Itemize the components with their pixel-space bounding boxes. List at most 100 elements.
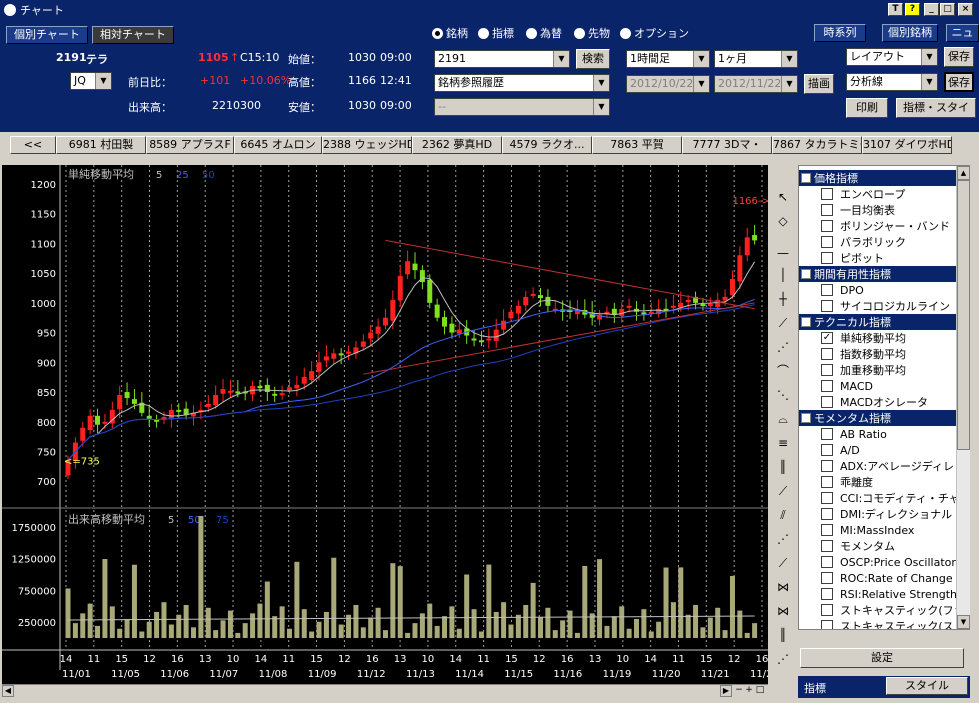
maximize-button[interactable]: □ <box>940 3 955 16</box>
stock-tab[interactable]: 2388 ウェッジHD <box>322 136 412 154</box>
scroll-right-icon[interactable]: ▶ <box>720 685 732 697</box>
checkbox[interactable] <box>821 572 833 584</box>
vertical-line-icon[interactable]: │ <box>772 265 794 285</box>
analysis-select[interactable]: 分析線 ▼ <box>846 73 938 91</box>
indicator-item[interactable]: DPO <box>821 282 864 298</box>
zigzag-icon[interactable]: ⋰ <box>772 649 794 669</box>
checkbox[interactable] <box>821 364 833 376</box>
fit-icon[interactable]: □ <box>754 685 766 697</box>
zoom-in-icon[interactable]: + <box>744 685 754 697</box>
individual-stock-button[interactable]: 個別銘柄 <box>882 24 938 42</box>
checkbox[interactable] <box>821 620 833 629</box>
timeseries-button[interactable]: 時系列 <box>814 24 866 42</box>
tab-individual-chart[interactable]: 個別チャート <box>6 26 88 44</box>
t-button[interactable]: T <box>888 3 903 16</box>
interval-select[interactable]: 1時間足 ▼ <box>626 50 710 68</box>
indicator-item[interactable]: ストキャスティック(ファ <box>821 602 965 618</box>
scroll-tabs-left-button[interactable]: << <box>10 136 56 154</box>
cycle-icon[interactable]: ⋈ <box>772 577 794 597</box>
indicator-item[interactable]: DMI:ディレクショナル・ <box>821 506 963 522</box>
bars-icon[interactable]: ║ <box>772 625 794 645</box>
checkbox[interactable] <box>821 300 833 312</box>
radio-forex[interactable]: 為替 <box>526 25 562 41</box>
close-button[interactable]: × <box>958 3 973 16</box>
indicator-item[interactable]: 乖離度 <box>821 474 873 490</box>
date-from[interactable]: 2012/10/22 ▼ <box>626 75 710 93</box>
indicator-item[interactable]: MI:MassIndex <box>821 522 914 538</box>
stock-tab[interactable]: 4579 ラクオ... <box>502 136 592 154</box>
checkbox[interactable] <box>821 444 833 456</box>
collapse-icon[interactable]: − <box>801 317 811 327</box>
indicator-item[interactable]: ストキャスティック(ス <box>821 618 954 629</box>
radio-futures[interactable]: 先物 <box>574 25 610 41</box>
checkbox[interactable] <box>821 396 833 408</box>
indicator-item[interactable]: ピボット <box>821 250 884 266</box>
indicator-item[interactable]: エンベロープ <box>821 186 905 202</box>
checkbox[interactable] <box>821 284 833 296</box>
indicator-item[interactable]: RSI:Relative Strength <box>821 586 957 602</box>
retracement-icon[interactable]: ≡ <box>772 433 794 453</box>
indicator-scrollbar[interactable]: ▲ ▼ <box>956 166 970 629</box>
stock-tab[interactable]: 7867 タカラトミー <box>772 136 862 154</box>
sub-select[interactable]: -- ▼ <box>434 98 610 116</box>
indicator-item[interactable]: ADX:アベレージディレ <box>821 458 954 474</box>
checkbox[interactable] <box>821 588 833 600</box>
stock-tab[interactable]: 6981 村田製 <box>56 136 146 154</box>
checkbox[interactable]: ✓ <box>821 332 833 344</box>
trend-line-icon[interactable]: ⟋ <box>772 313 794 333</box>
stock-tab[interactable]: 3107 ダイワボHD <box>862 136 952 154</box>
history-select[interactable]: 銘柄参照履歴 ▼ <box>434 74 610 92</box>
collapse-icon[interactable]: − <box>801 413 811 423</box>
checkbox[interactable] <box>821 604 833 616</box>
layout-select[interactable]: レイアウト ▼ <box>846 48 938 66</box>
stock-tab[interactable]: 2362 夢真HD <box>412 136 502 154</box>
indicator-category[interactable]: − 期間有用性指標 <box>799 266 957 282</box>
indicator-item[interactable]: 一目均衡表 <box>821 202 895 218</box>
settings-button[interactable]: 設定 <box>800 648 964 668</box>
horizontal-line-icon[interactable]: — <box>772 243 794 263</box>
minimize-button[interactable]: _ <box>924 3 939 16</box>
date-to[interactable]: 2012/11/22 ▼ <box>714 75 798 93</box>
indicator-category[interactable]: − テクニカル指標 <box>799 314 957 330</box>
indicator-item[interactable]: ボリンジャー・バンド <box>821 218 950 234</box>
indicator-item[interactable]: CCI:コモディティ・チャ <box>821 490 960 506</box>
indicator-style-button[interactable]: 指標・スタイ <box>896 98 976 118</box>
gann-icon[interactable]: ⋰ <box>772 529 794 549</box>
tab-relative-chart[interactable]: 相対チャート <box>92 26 174 44</box>
checkbox[interactable] <box>821 204 833 216</box>
indicator-item[interactable]: MACD <box>821 378 873 394</box>
time-zone-icon[interactable]: ║ <box>772 457 794 477</box>
indicator-item[interactable]: 加重移動平均 <box>821 362 906 378</box>
checkbox[interactable] <box>821 508 833 520</box>
indicator-item[interactable]: A/D <box>821 442 860 458</box>
analysis-save-button[interactable]: 保存 <box>944 72 974 92</box>
fibonacci-arc-icon[interactable]: ⌓ <box>772 409 794 429</box>
period-select[interactable]: 1ヶ月 ▼ <box>714 50 798 68</box>
checkbox[interactable] <box>821 556 833 568</box>
checkbox[interactable] <box>821 188 833 200</box>
pitchfork-icon[interactable]: ⋈ <box>772 601 794 621</box>
checkbox[interactable] <box>821 348 833 360</box>
arc-icon[interactable]: ⌒ <box>772 361 794 381</box>
radio-index[interactable]: 指標 <box>478 25 514 41</box>
indicator-item[interactable]: MACDオシレータ <box>821 394 928 410</box>
cursor-icon[interactable]: ↖ <box>772 187 794 207</box>
help-button[interactable]: ? <box>905 3 920 16</box>
checkbox[interactable] <box>821 476 833 488</box>
indicator-item[interactable]: OSCP:Price Oscillator <box>821 554 956 570</box>
channel-icon[interactable]: ⫽ <box>772 505 794 525</box>
speed-line-icon[interactable]: ⟋ <box>772 481 794 501</box>
indicator-category[interactable]: − モメンタム指標 <box>799 410 957 426</box>
scroll-up-icon[interactable]: ▲ <box>957 166 970 180</box>
regression-icon[interactable]: ⟋ <box>772 553 794 573</box>
indicator-category[interactable]: − 価格指標 <box>799 170 957 186</box>
indicator-item[interactable]: ROC:Rate of Change <box>821 570 953 586</box>
checkbox[interactable] <box>821 380 833 392</box>
price-chart[interactable]: 14 11 15 12 16 13 10 14 11 15 12 16 13 10 14 11 15 12 16 13… <box>2 165 768 685</box>
indicator-item[interactable]: パラボリック <box>821 234 906 250</box>
tab-indicator[interactable]: 指標 <box>804 680 826 696</box>
market-select[interactable]: JQ ▼ <box>70 72 112 90</box>
collapse-icon[interactable]: − <box>801 269 811 279</box>
fibonacci-fan-icon[interactable]: ⋱ <box>772 385 794 405</box>
news-button[interactable]: ニュ <box>946 24 979 42</box>
